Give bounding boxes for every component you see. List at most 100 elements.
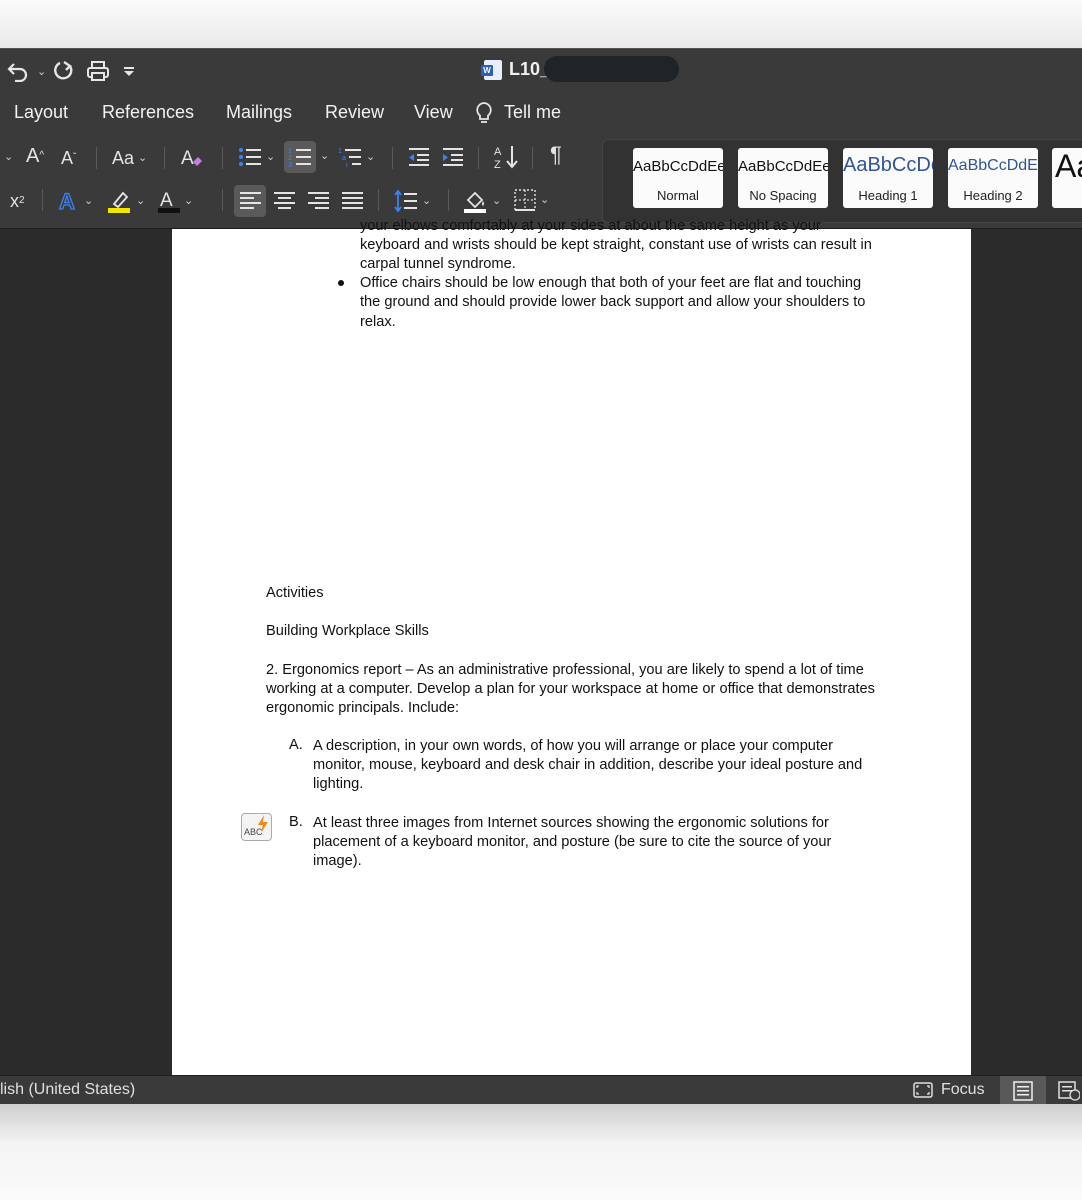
list-item-a-line: lighting. [313, 776, 364, 792]
activities-heading: Activities [266, 585, 324, 601]
spelling-autocorrect-icon[interactable]: ABC [241, 813, 272, 841]
borders-icon[interactable]: ⌄ [514, 189, 549, 211]
word-window: ⌄ L10_ Layout References Mailings Review… [0, 48, 1082, 1104]
print-layout-view-button[interactable] [1000, 1076, 1046, 1104]
title-bar: ⌄ L10_ [0, 49, 1082, 93]
style-no-spacing[interactable]: AaBbCcDdEe No Spacing [738, 148, 828, 208]
tab-view[interactable]: View [414, 102, 453, 123]
desktop-top [0, 0, 1082, 50]
increase-indent-icon[interactable] [442, 146, 464, 168]
divider [222, 189, 223, 211]
undo-icon[interactable] [6, 58, 30, 84]
style-heading-1[interactable]: AaBbCcDc Heading 1 [843, 148, 933, 208]
web-layout-icon[interactable] [1058, 1081, 1080, 1101]
list-letter-a: A. [289, 737, 303, 753]
tab-references[interactable]: References [102, 102, 194, 123]
grow-font-button[interactable]: A ^ [26, 146, 44, 166]
divider [164, 147, 165, 169]
sort-icon[interactable]: AZ [494, 144, 520, 170]
numbering-dropdown-chevron-down-icon[interactable]: ⌄ [316, 146, 329, 166]
font-size-dropdown-chevron-down-icon[interactable]: ⌄ [0, 147, 13, 167]
clear-formatting-icon[interactable]: A [180, 146, 204, 170]
svg-text:2: 2 [288, 155, 292, 162]
lightbulb-icon [476, 102, 492, 123]
svg-text:A: A [59, 189, 75, 213]
divider [392, 147, 393, 169]
divider [96, 147, 97, 169]
home-ribbon: ⌄ A ^ Aˇ Aa ⌄ A ⌄ 123 ⌄ 1 a i ⌄ AZ ¶ x 2… [0, 133, 1082, 229]
justify-icon[interactable] [342, 191, 364, 211]
focus-label: Focus [941, 1081, 985, 1098]
tab-mailings[interactable]: Mailings [226, 102, 292, 123]
svg-text:Z: Z [494, 159, 501, 170]
print-layout-icon [1013, 1081, 1033, 1101]
style-normal[interactable]: AaBbCcDdEe Normal [633, 148, 723, 208]
svg-text:1: 1 [338, 148, 342, 155]
page1-cut-line: your elbows comfortably at your sides at… [360, 218, 821, 234]
svg-text:3: 3 [288, 162, 292, 168]
customize-toolbar-icon[interactable] [122, 58, 136, 84]
divider [222, 147, 223, 169]
numbering-icon[interactable]: 123 [288, 146, 312, 168]
shrink-font-button[interactable]: Aˇ [61, 148, 76, 168]
svg-text:A: A [494, 146, 502, 158]
line-spacing-icon[interactable]: ⌄ [394, 189, 431, 213]
undo-dropdown-chevron-down-icon[interactable]: ⌄ [33, 58, 46, 84]
list-item-b-line: At least three images from Internet sour… [313, 815, 829, 831]
align-center-icon[interactable] [274, 191, 296, 211]
tab-review[interactable]: Review [325, 102, 384, 123]
align-left-icon[interactable] [240, 191, 262, 211]
print-icon[interactable] [86, 58, 110, 84]
tab-layout[interactable]: Layout [14, 102, 68, 123]
style-heading-2[interactable]: AaBbCcDdEe Heading 2 [948, 148, 1038, 208]
shading-icon[interactable]: ⌄ [464, 189, 501, 213]
ribbon-tabs: Layout References Mailings Review View T… [0, 93, 1082, 133]
svg-text:i: i [346, 162, 348, 168]
change-case-button[interactable]: Aa ⌄ [112, 148, 147, 168]
focus-icon [913, 1082, 933, 1098]
divider [478, 147, 479, 169]
page1-bullet-line: relax. [360, 314, 396, 330]
document-title: L10_ [481, 59, 550, 80]
multilevel-list-icon[interactable]: 1 a i ⌄ [338, 146, 375, 168]
show-formatting-marks-icon[interactable]: ¶ [550, 144, 562, 166]
focus-mode-button[interactable]: Focus [913, 1081, 985, 1099]
page1-bullet-line: the ground and should provide lower back… [360, 294, 866, 310]
bullets-icon[interactable]: ⌄ [238, 146, 275, 168]
divider [42, 189, 43, 211]
paragraph-line: 2. Ergonomics report – As an administrat… [266, 662, 864, 678]
list-letter-b: B. [289, 814, 303, 830]
list-item-b-line: image). [313, 853, 362, 869]
building-skills-heading: Building Workplace Skills [266, 623, 429, 639]
svg-text:A: A [160, 190, 173, 211]
paragraph-line: working at a computer. Develop a plan fo… [266, 681, 875, 697]
svg-text:a: a [342, 155, 346, 162]
desktop-bottom [0, 1104, 1082, 1200]
language-status[interactable]: lish (United States) [0, 1081, 135, 1099]
redo-icon[interactable] [53, 58, 75, 84]
decrease-indent-icon[interactable] [408, 146, 430, 168]
highlight-color-icon[interactable]: ⌄ [108, 189, 145, 213]
list-item-a-line: A description, in your own words, of how… [313, 738, 833, 754]
superscript-button[interactable]: x2 [10, 191, 25, 211]
svg-text:1: 1 [288, 148, 292, 155]
tell-me-search[interactable]: Tell me [504, 102, 561, 123]
align-right-icon[interactable] [308, 191, 330, 211]
page1-bullet-line: Office chairs should be low enough that … [360, 275, 862, 291]
paragraph-line: ergonomic principals. Include: [266, 700, 460, 716]
style-title[interactable]: Aa [1052, 148, 1082, 208]
font-color-icon[interactable]: A ⌄ [158, 189, 193, 213]
text-effects-icon[interactable]: A ⌄ [58, 189, 93, 213]
page1-text-line: keyboard and wrists should be kept strai… [360, 237, 872, 253]
word-document-icon [481, 59, 502, 80]
status-bar: lish (United States) Focus [0, 1075, 1082, 1104]
list-item-b-line: placement of a keyboard monitor, and pos… [313, 834, 832, 850]
list-bullet [338, 280, 344, 286]
list-item-a-line: monitor, mouse, keyboard and desk chair … [313, 757, 863, 773]
divider [532, 147, 533, 169]
document-page-1: your elbows comfortably at your sides at… [172, 218, 971, 522]
styles-gallery: AaBbCcDdEe Normal AaBbCcDdEe No Spacing … [602, 139, 1082, 223]
divider [378, 189, 379, 211]
svg-text:A: A [181, 148, 194, 169]
document-page-2: Activities Building Workplace Skills 2. … [172, 489, 971, 1089]
